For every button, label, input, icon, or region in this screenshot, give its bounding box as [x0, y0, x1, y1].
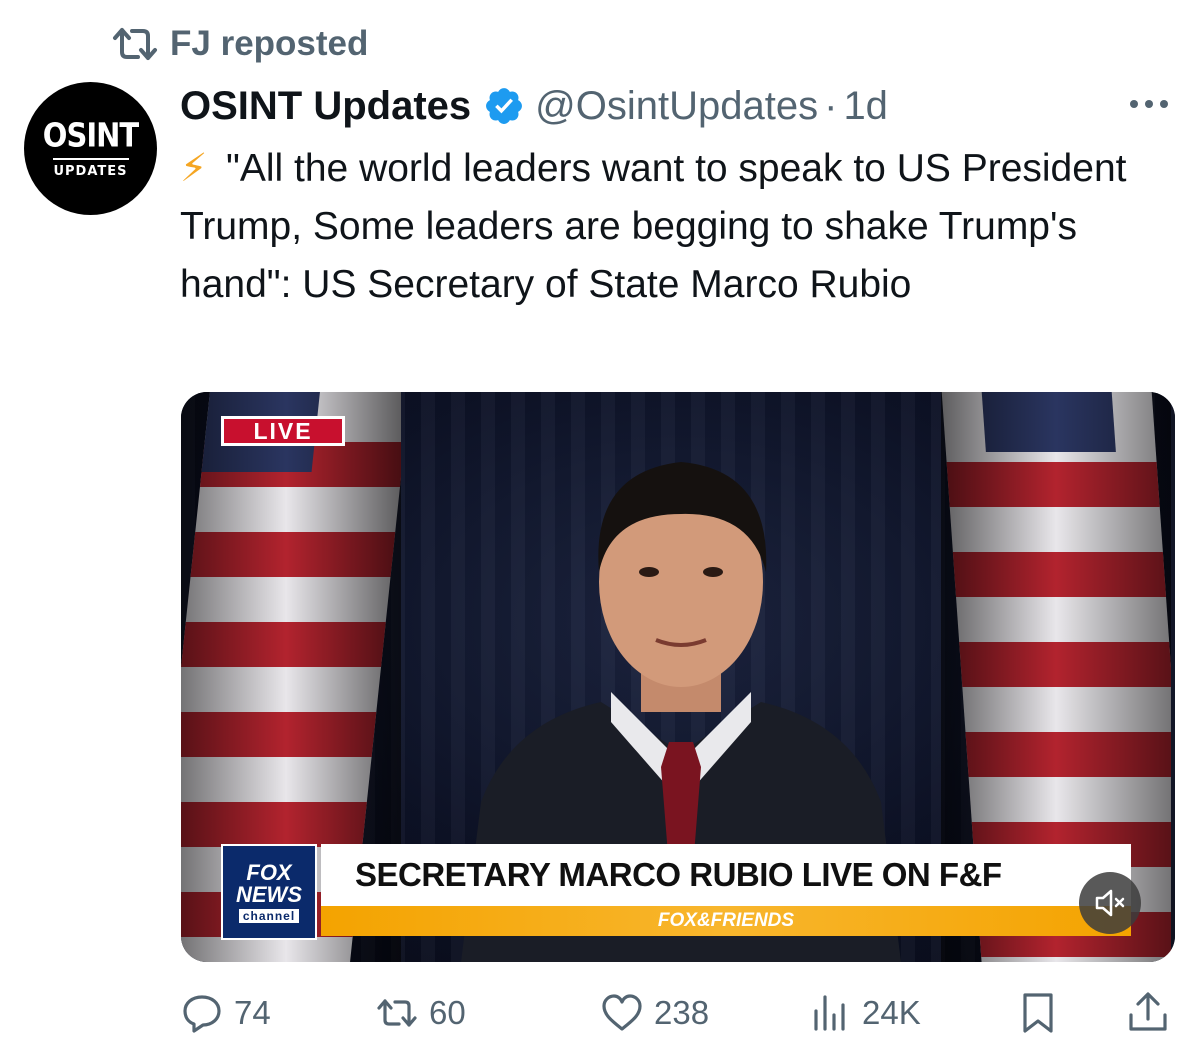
like-button[interactable]: 238 [600, 985, 709, 1041]
show-name-bar: FOX&FRIENDS [321, 906, 1131, 936]
repost-icon [113, 28, 157, 60]
logo-line-channel: channel [238, 908, 300, 923]
separator-dot: · [824, 83, 838, 128]
timestamp[interactable]: 1d [843, 84, 888, 129]
verified-icon [486, 88, 523, 124]
repost-count: 60 [429, 994, 466, 1031]
repost-indicator[interactable]: FJ reposted [112, 22, 368, 66]
lightning-icon: ⚡ [180, 147, 208, 190]
reply-icon [183, 995, 221, 1033]
views-icon [814, 995, 845, 1031]
news-chyron: FOX NEWS channel SECRETARY MARCO RUBIO L… [221, 844, 1131, 940]
share-button[interactable] [1126, 985, 1170, 1041]
mute-icon [1095, 889, 1125, 917]
repost-button[interactable]: 60 [375, 985, 466, 1041]
tweet-actions: 74 60 238 24K [180, 985, 1175, 1041]
logo-line-fox: FOX [246, 859, 292, 885]
like-count: 238 [654, 994, 710, 1031]
more-icon[interactable] [1124, 92, 1174, 116]
avatar-subtitle: UPDATES [53, 164, 128, 179]
repost-label: FJ reposted [170, 24, 369, 63]
bookmark-button[interactable] [1016, 985, 1060, 1041]
mute-button[interactable] [1079, 872, 1141, 934]
avatar-divider [52, 158, 129, 160]
live-badge: LIVE [221, 416, 345, 446]
author-handle[interactable]: @OsintUpdates [535, 84, 818, 129]
bookmark-icon [1023, 993, 1053, 1033]
tweet-header: OSINT Updates @OsintUpdates · 1d [180, 78, 888, 134]
logo-line-news: NEWS [236, 881, 302, 907]
fox-news-logo: FOX NEWS channel [221, 844, 317, 940]
like-icon [602, 994, 642, 1031]
video-player[interactable]: LIVE FOX NEWS channel SECRETARY MARCO RU… [181, 392, 1175, 962]
views-button[interactable]: 24K [808, 985, 921, 1041]
author-name[interactable]: OSINT Updates [180, 84, 471, 129]
reply-button[interactable]: 74 [180, 985, 271, 1041]
reply-count: 74 [234, 994, 271, 1031]
view-count: 24K [862, 994, 921, 1031]
chyron-headline: SECRETARY MARCO RUBIO LIVE ON F&F [355, 856, 1002, 893]
retweet-icon [377, 999, 417, 1027]
tweet-text: ⚡ "All the world leaders want to speak to… [180, 140, 1140, 314]
tweet-body: "All the world leaders want to speak to … [180, 147, 1127, 306]
chyron-headline-bar: SECRETARY MARCO RUBIO LIVE ON F&F [321, 844, 1131, 906]
avatar-title: OSINT [42, 115, 139, 155]
avatar[interactable]: OSINT UPDATES [24, 82, 157, 215]
share-icon [1129, 992, 1167, 1031]
show-name: FOX&FRIENDS [657, 910, 795, 931]
